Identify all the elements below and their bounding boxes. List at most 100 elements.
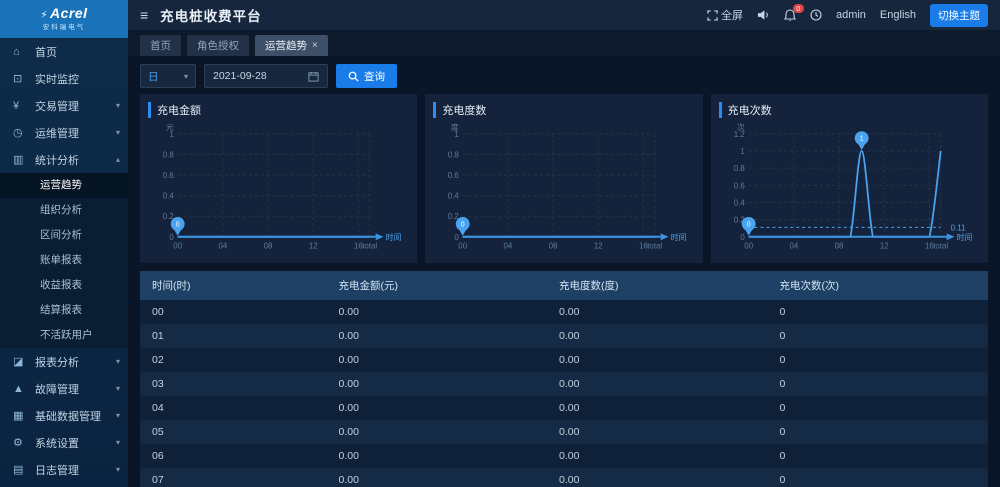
- tab-2[interactable]: 角色授权: [187, 35, 249, 56]
- sidebar-item-8[interactable]: ▦基础数据管理▾: [0, 402, 128, 429]
- sidebar-menu: ⌂首页⊡实时监控¥交易管理▾◷运维管理▾ ▥ 统计分析 ▴ 运营趋势组织分析区间分析账单…: [0, 38, 128, 483]
- submenu-item-6[interactable]: 结算报表: [0, 298, 128, 323]
- svg-text:08: 08: [834, 242, 843, 251]
- menu-toggle-icon[interactable]: ≡: [140, 7, 148, 23]
- svg-text:08: 08: [264, 242, 273, 251]
- log-icon: ▤: [13, 463, 29, 476]
- sidebar-item-5[interactable]: ▥ 统计分析 ▴: [0, 146, 128, 173]
- granularity-select[interactable]: 日 ▾: [140, 64, 196, 88]
- sidebar-item-3[interactable]: ¥交易管理▾: [0, 92, 128, 119]
- sidebar-item-2[interactable]: ⊡实时监控: [0, 65, 128, 92]
- chevron-down-icon: ▾: [116, 101, 120, 110]
- table-cell: 0: [768, 324, 988, 348]
- sidebar-item-10[interactable]: ▤日志管理▾: [0, 456, 128, 483]
- table-row: 030.000.000: [140, 372, 988, 396]
- tab-label: 首页: [150, 38, 171, 53]
- table-cell: 0.00: [547, 444, 767, 468]
- table-cell: 06: [140, 444, 327, 468]
- svg-text:0.4: 0.4: [733, 198, 745, 207]
- svg-text:04: 04: [504, 242, 513, 251]
- svg-text:0.6: 0.6: [448, 171, 460, 180]
- table-row: 050.000.000: [140, 420, 988, 444]
- submenu-item-3[interactable]: 区间分析: [0, 223, 128, 248]
- svg-text:时间: 时间: [386, 232, 402, 242]
- speaker-icon[interactable]: [757, 9, 770, 21]
- table-cell: 00: [140, 300, 327, 324]
- table-cell: 0.00: [327, 420, 547, 444]
- sidebar-item-7[interactable]: ▲故障管理▾: [0, 375, 128, 402]
- svg-text:0: 0: [455, 233, 460, 242]
- tab-close-icon[interactable]: ×: [312, 40, 318, 51]
- sidebar-item-9[interactable]: ⚙系统设置▾: [0, 429, 128, 456]
- submenu-item-4[interactable]: 账单报表: [0, 248, 128, 273]
- submenu-item-7[interactable]: 不活跃用户: [0, 323, 128, 348]
- sidebar-item-label: 统计分析: [35, 152, 79, 168]
- svg-text:1: 1: [740, 147, 745, 156]
- table-cell: 0: [768, 468, 988, 487]
- table-cell: 0: [768, 300, 988, 324]
- line-chart: 00.20.40.60.810004081216total元时间0: [148, 120, 409, 259]
- svg-text:12: 12: [309, 242, 318, 251]
- table-row: 040.000.000: [140, 396, 988, 420]
- chart-title: 充电金额: [148, 102, 409, 118]
- table-cell: 0.00: [547, 348, 767, 372]
- clock-icon[interactable]: [810, 9, 822, 21]
- submenu-item-5[interactable]: 收益报表: [0, 273, 128, 298]
- fullscreen-label: 全屏: [721, 7, 743, 23]
- svg-text:total: total: [648, 242, 663, 251]
- sidebar-item-label: 首页: [35, 44, 57, 60]
- chevron-up-icon: ▴: [116, 155, 120, 164]
- sidebar-item-6[interactable]: ◪报表分析▾: [0, 348, 128, 375]
- brand-subtitle: 安科瑞电气: [0, 21, 128, 31]
- svg-text:度: 度: [451, 122, 459, 132]
- logo: Acrel 安科瑞电气: [0, 0, 128, 38]
- table-header-row: 时间(时)充电金额(元)充电度数(度)充电次数(次): [140, 271, 988, 300]
- svg-text:0.6: 0.6: [163, 171, 175, 180]
- sidebar-item-label: 报表分析: [35, 354, 79, 370]
- table-cell: 0.00: [547, 396, 767, 420]
- submenu-item-2[interactable]: 组织分析: [0, 198, 128, 223]
- app-header: ≡ 充电桩收费平台 全屏 0: [128, 0, 1000, 30]
- table-cell: 01: [140, 324, 327, 348]
- query-label: 查询: [364, 69, 385, 84]
- username[interactable]: admin: [836, 9, 866, 21]
- svg-text:1: 1: [859, 136, 863, 143]
- svg-text:total: total: [933, 242, 948, 251]
- database-icon: ▦: [13, 409, 29, 422]
- table-cell: 0.00: [327, 324, 547, 348]
- svg-text:0.8: 0.8: [733, 164, 745, 173]
- alarm-icon: ▲: [13, 383, 29, 395]
- tab-1[interactable]: 首页: [140, 35, 181, 56]
- hourly-data-table: 时间(时)充电金额(元)充电度数(度)充电次数(次)000.000.000010…: [140, 271, 988, 487]
- chart-title: 充电度数: [433, 102, 694, 118]
- table-cell: 0.00: [547, 324, 767, 348]
- table-cell: 05: [140, 420, 327, 444]
- table-cell: 0: [768, 420, 988, 444]
- tab-3[interactable]: 运营趋势×: [255, 35, 328, 56]
- fullscreen-icon: [707, 10, 718, 21]
- theme-switch-button[interactable]: 切换主题: [930, 4, 988, 27]
- statistics-icon: ▥: [13, 153, 29, 166]
- chart-card-1: 充电金额00.20.40.60.810004081216total元时间0: [140, 94, 417, 263]
- line-chart: 00.20.40.60.810004081216total度时间0: [433, 120, 694, 259]
- svg-text:0.8: 0.8: [163, 150, 175, 159]
- notification-bell[interactable]: 0: [784, 9, 796, 22]
- table-cell: 03: [140, 372, 327, 396]
- monitor-icon: ⊡: [13, 72, 29, 85]
- query-button[interactable]: 查询: [336, 64, 397, 88]
- settings-icon: ⚙: [13, 436, 29, 449]
- svg-text:0.6: 0.6: [733, 181, 745, 190]
- chevron-down-icon: ▾: [116, 128, 120, 137]
- svg-text:00: 00: [173, 242, 182, 251]
- submenu-item-1[interactable]: 运营趋势: [0, 173, 128, 198]
- date-input[interactable]: 2021-09-28: [204, 64, 328, 88]
- table-cell: 0.00: [327, 396, 547, 420]
- fullscreen-button[interactable]: 全屏: [707, 7, 743, 23]
- sidebar-item-1[interactable]: ⌂首页: [0, 38, 128, 65]
- sidebar-item-4[interactable]: ◷运维管理▾: [0, 119, 128, 146]
- chevron-down-icon: ▾: [184, 72, 188, 81]
- language-switch[interactable]: English: [880, 9, 916, 21]
- table-cell: 0: [768, 348, 988, 372]
- table-row: 010.000.000: [140, 324, 988, 348]
- table-row: 060.000.000: [140, 444, 988, 468]
